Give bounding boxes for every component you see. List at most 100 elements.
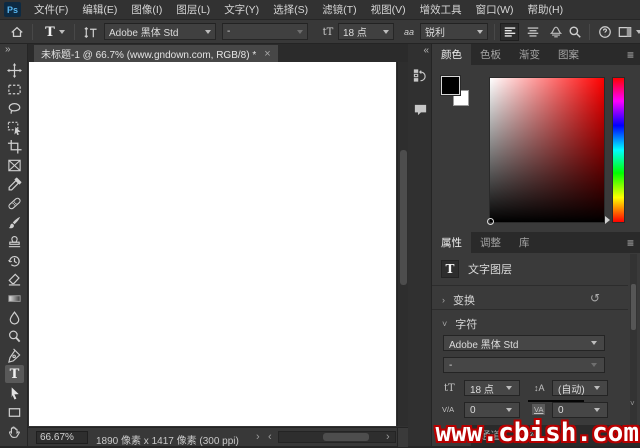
properties-scrollbar-thumb[interactable] [631, 284, 636, 330]
search-icon[interactable] [566, 23, 584, 41]
chevron-down-icon [297, 30, 303, 34]
tab-patterns[interactable]: 图案 [549, 44, 588, 65]
tool-frame[interactable] [5, 156, 24, 174]
character-tracking-select[interactable]: 0 [552, 402, 608, 418]
tab-swatches[interactable]: 色板 [471, 44, 510, 65]
scroll-down-icon[interactable]: ˅ [630, 399, 635, 408]
scroll-right-icon[interactable]: › [386, 431, 390, 443]
document-canvas[interactable] [29, 62, 396, 426]
anti-alias-select[interactable]: 锐利 [420, 23, 488, 40]
character-font-style-select[interactable]: - [443, 357, 605, 373]
character-leading-select[interactable]: (自动) [552, 380, 608, 396]
tool-spot-healing-brush[interactable] [5, 194, 24, 212]
font-size-select[interactable]: 18 点 [338, 23, 394, 40]
tab-adjustments[interactable]: 调整 [471, 232, 510, 253]
reset-transform-icon[interactable]: ↺ [590, 291, 600, 305]
foreground-color-swatch[interactable] [441, 76, 460, 95]
menu-bar: Ps 文件(F) 编辑(E) 图像(I) 图层(L) 文字(Y) 选择(S) 滤… [0, 0, 640, 20]
tool-clone-stamp[interactable] [5, 232, 24, 250]
chevron-down-icon [205, 30, 211, 34]
transform-section-header[interactable]: › 变换 [442, 292, 475, 308]
layer-type-label: 文字图层 [468, 261, 512, 277]
horizontal-scrollbar[interactable] [278, 431, 396, 443]
color-saturation-field[interactable] [489, 77, 605, 223]
vertical-scrollbar-thumb[interactable] [400, 150, 407, 285]
workspace-icon[interactable] [616, 23, 634, 41]
warp-text-icon[interactable] [546, 23, 565, 41]
tool-history-brush[interactable] [5, 251, 24, 269]
chevron-down-icon [477, 30, 483, 34]
character-section-header[interactable]: ˅ 字符 [442, 316, 477, 332]
character-font-family-select[interactable]: Adobe 黑体 Std [443, 335, 605, 351]
tab-libraries[interactable]: 库 [510, 232, 539, 253]
hue-slider[interactable] [612, 77, 625, 223]
layer-type-header: T 文字图层 [441, 260, 512, 278]
menu-file[interactable]: 文件(F) [27, 0, 75, 20]
scroll-left-icon[interactable]: ‹ [268, 431, 272, 443]
text-orientation-icon[interactable] [80, 23, 100, 41]
tool-dodge[interactable] [5, 327, 24, 345]
font-style-select[interactable]: - [222, 23, 308, 40]
character-kerning-select[interactable]: 0 [464, 402, 520, 418]
tool-eraser[interactable] [5, 270, 24, 288]
tab-gradients[interactable]: 渐变 [510, 44, 549, 65]
tool-eyedropper[interactable] [5, 175, 24, 193]
divider [432, 285, 628, 286]
menu-help[interactable]: 帮助(H) [521, 0, 571, 20]
collapse-panels-icon[interactable]: « [423, 45, 428, 56]
close-icon[interactable]: × [264, 48, 270, 60]
tool-rectangular-marquee[interactable] [5, 80, 24, 98]
tool-move[interactable] [5, 61, 24, 79]
home-icon[interactable] [8, 23, 26, 41]
tool-object-selection[interactable] [5, 118, 24, 136]
align-left-icon[interactable] [500, 23, 519, 41]
horizontal-scrollbar-thumb[interactable] [323, 433, 369, 441]
menu-image[interactable]: 图像(I) [124, 0, 169, 20]
anti-alias-icon: aa [400, 23, 418, 41]
status-expand-icon[interactable]: › [256, 431, 260, 443]
panel-menu-icon[interactable]: ≡ [627, 48, 634, 62]
menu-plugins[interactable]: 增效工具 [413, 0, 469, 20]
menu-view[interactable]: 视图(V) [364, 0, 413, 20]
zoom-level-field[interactable]: 66.67% [36, 431, 88, 444]
tool-type[interactable]: T [5, 365, 24, 383]
menu-edit[interactable]: 编辑(E) [75, 0, 124, 20]
tool-gradient[interactable] [5, 289, 24, 307]
chevron-right-icon: › [442, 295, 445, 305]
hue-slider-marker[interactable] [605, 216, 610, 224]
character-font-size-select[interactable]: 18 点 [464, 380, 520, 396]
menu-layer[interactable]: 图层(L) [169, 0, 217, 20]
tool-crop[interactable] [5, 137, 24, 155]
tool-brush[interactable] [5, 213, 24, 231]
align-center-icon[interactable] [523, 23, 542, 41]
chevron-down-icon[interactable] [633, 23, 640, 41]
menu-window[interactable]: 窗口(W) [469, 0, 521, 20]
separator [494, 24, 495, 40]
photoshop-window: Ps 文件(F) 编辑(E) 图像(I) 图层(L) 文字(Y) 选择(S) 滤… [0, 0, 640, 446]
font-family-select[interactable]: Adobe 黑体 Std [104, 23, 216, 40]
tool-blur[interactable] [5, 308, 24, 326]
document-info: 1890 像素 x 1417 像素 (300 ppi) [96, 432, 239, 447]
collapse-toolbar-icon[interactable]: » [5, 44, 10, 55]
tool-rectangle[interactable] [5, 403, 24, 421]
tool-lasso[interactable] [5, 99, 24, 117]
document-tab[interactable]: 未标题-1 @ 66.7% (www.gndown.com, RGB/8) * … [34, 45, 278, 62]
history-icon[interactable] [411, 66, 429, 84]
help-icon[interactable] [596, 23, 614, 41]
text-color-swatch[interactable] [528, 400, 584, 402]
tool-path-selection[interactable] [5, 384, 24, 402]
comments-icon[interactable] [411, 100, 429, 118]
tool-pen[interactable] [5, 346, 24, 364]
chevron-down-icon: ˅ [442, 319, 447, 329]
menu-filter[interactable]: 滤镜(T) [315, 0, 363, 20]
tab-properties[interactable]: 属性 [432, 232, 471, 253]
properties-scrollbar[interactable]: ˅ [630, 254, 637, 426]
text-tool-icon[interactable]: T [40, 23, 70, 41]
vertical-scrollbar[interactable] [397, 62, 408, 426]
color-picker-marker[interactable] [487, 218, 494, 225]
menu-select[interactable]: 选择(S) [266, 0, 315, 20]
panel-menu-icon[interactable]: ≡ [627, 236, 634, 250]
menu-type[interactable]: 文字(Y) [217, 0, 266, 20]
tab-color[interactable]: 颜色 [432, 44, 471, 65]
tool-hand[interactable] [5, 422, 24, 440]
